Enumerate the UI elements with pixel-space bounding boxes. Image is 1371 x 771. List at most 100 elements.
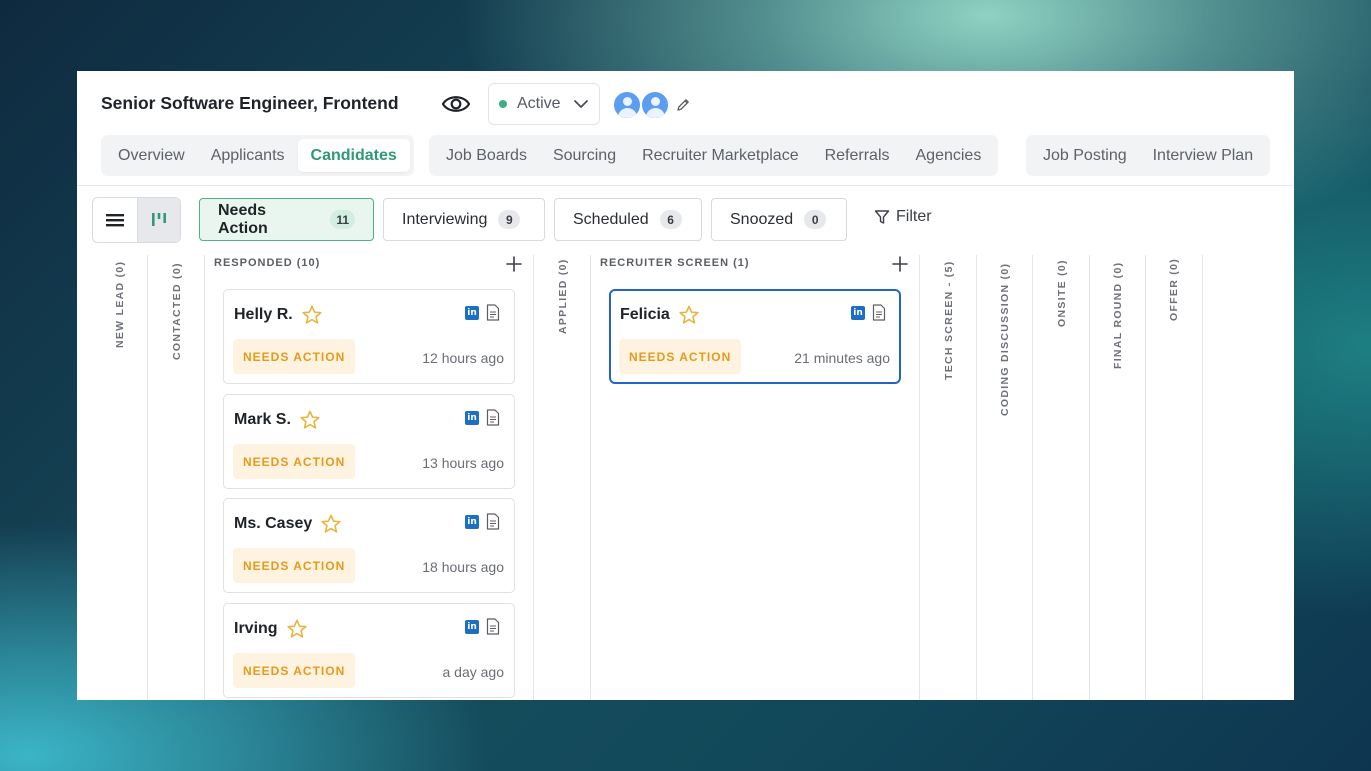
filter-count-badge: 0	[804, 210, 827, 229]
candidate-name: Irving	[234, 620, 278, 637]
avatar[interactable]	[640, 90, 670, 120]
card-icons: in	[465, 618, 500, 635]
candidate-card[interactable]: Helly R. in NEEDS ACTION 12 hours ago	[223, 289, 515, 384]
card-timestamp: 18 hours ago	[422, 559, 504, 575]
filter-interviewing[interactable]: Interviewing 9	[383, 198, 545, 241]
tab-group-pipeline: Overview Applicants Candidates	[101, 135, 414, 176]
column-divider	[919, 255, 920, 700]
header-divider	[77, 185, 1294, 186]
linkedin-icon[interactable]: in	[465, 305, 479, 320]
stage-onsite[interactable]: ONSITE (0)	[1056, 259, 1068, 327]
plus-icon[interactable]	[505, 255, 523, 273]
needs-action-badge: NEEDS ACTION	[233, 653, 356, 688]
linkedin-icon[interactable]: in	[851, 305, 865, 320]
tab-candidates[interactable]: Candidates	[297, 139, 410, 172]
needs-action-badge: NEEDS ACTION	[233, 339, 356, 374]
column-divider	[976, 255, 977, 700]
stage-contacted[interactable]: CONTACTED (0)	[171, 262, 183, 360]
column-divider	[590, 255, 591, 700]
tab-referrals[interactable]: Referrals	[812, 139, 903, 172]
card-timestamp: a day ago	[442, 664, 505, 680]
candidate-card[interactable]: Mark S. in NEEDS ACTION 13 hours ago	[223, 394, 515, 489]
stage-final-round[interactable]: FINAL ROUND (0)	[1112, 262, 1124, 369]
filter-label: Needs Action	[218, 201, 268, 237]
star-icon[interactable]	[301, 304, 323, 326]
filter-count-badge: 9	[498, 210, 521, 229]
candidate-name: Mark S.	[234, 411, 291, 428]
candidate-name-row: Ms. Casey	[234, 513, 342, 535]
filter-count-badge: 6	[659, 210, 682, 229]
linkedin-icon[interactable]: in	[465, 619, 479, 634]
resume-document-icon[interactable]	[486, 618, 500, 635]
candidate-card[interactable]: Ms. Casey in NEEDS ACTION 18 hours ago	[223, 498, 515, 593]
list-icon	[105, 214, 124, 227]
tab-applicants[interactable]: Applicants	[198, 139, 298, 172]
status-label: Active	[517, 95, 561, 112]
filter-scheduled[interactable]: Scheduled 6	[554, 198, 702, 241]
needs-action-badge: NEEDS ACTION	[233, 548, 356, 583]
candidate-name-row: Mark S.	[234, 409, 321, 431]
status-dropdown[interactable]: Active	[488, 83, 600, 125]
tab-interview-plan[interactable]: Interview Plan	[1140, 139, 1267, 172]
needs-action-badge: NEEDS ACTION	[619, 339, 742, 374]
filter-label: Snoozed	[730, 210, 794, 228]
column-divider	[1089, 255, 1090, 700]
star-icon[interactable]	[320, 513, 342, 535]
tab-recruiter-marketplace[interactable]: Recruiter Marketplace	[629, 139, 812, 172]
chevron-down-icon	[573, 100, 588, 108]
team-avatars	[612, 90, 691, 120]
resume-document-icon[interactable]	[872, 304, 886, 321]
column-divider	[1145, 255, 1146, 700]
resume-document-icon[interactable]	[486, 409, 500, 426]
linkedin-icon[interactable]: in	[465, 410, 479, 425]
card-icons: in	[465, 304, 500, 321]
filter-needs-action[interactable]: Needs Action 11	[199, 198, 374, 241]
job-pipeline-window: Senior Software Engineer, Frontend Activ…	[77, 71, 1294, 700]
resume-document-icon[interactable]	[486, 304, 500, 321]
filter-count-badge: 11	[330, 210, 355, 229]
funnel-icon	[874, 210, 890, 224]
card-icons: in	[465, 513, 500, 530]
card-timestamp: 12 hours ago	[422, 350, 504, 366]
star-icon[interactable]	[678, 304, 700, 326]
view-toggle	[92, 197, 181, 243]
stage-tech-screen[interactable]: TECH SCREEN - (5)	[943, 260, 955, 380]
tab-group-sourcing: Job Boards Sourcing Recruiter Marketplac…	[429, 135, 999, 176]
candidate-name: Helly R.	[234, 306, 293, 323]
tab-sourcing[interactable]: Sourcing	[540, 139, 629, 172]
candidate-card-focused[interactable]: Felicia in NEEDS ACTION 21 minutes ago	[609, 289, 901, 384]
filter-snoozed[interactable]: Snoozed 0	[711, 198, 847, 241]
star-icon[interactable]	[286, 618, 308, 640]
job-title: Senior Software Engineer, Frontend	[101, 93, 399, 113]
stage-offer[interactable]: OFFER (0)	[1168, 258, 1180, 321]
candidate-card[interactable]: Irving in NEEDS ACTION a day ago	[223, 603, 515, 698]
column-divider	[533, 255, 534, 700]
avatar[interactable]	[612, 90, 642, 120]
column-divider	[147, 255, 148, 700]
filter-button[interactable]: Filter	[874, 208, 932, 226]
stage-recruiter-screen-header: RECRUITER SCREEN (1)	[600, 257, 750, 269]
candidate-name: Ms. Casey	[234, 515, 313, 532]
stage-new-lead[interactable]: NEW LEAD (0)	[114, 261, 126, 348]
tab-job-boards[interactable]: Job Boards	[433, 139, 540, 172]
card-timestamp: 13 hours ago	[422, 455, 504, 471]
linkedin-icon[interactable]: in	[465, 514, 479, 529]
candidate-name: Felicia	[620, 306, 670, 323]
tab-job-posting[interactable]: Job Posting	[1030, 139, 1140, 172]
filter-label: Scheduled	[573, 210, 649, 228]
tab-agencies[interactable]: Agencies	[903, 139, 995, 172]
candidate-name-row: Helly R.	[234, 304, 323, 326]
stage-responded-header: RESPONDED (10)	[214, 257, 321, 269]
stage-applied[interactable]: APPLIED (0)	[557, 258, 569, 334]
pencil-edit-icon[interactable]	[675, 97, 691, 113]
list-view-button[interactable]	[93, 198, 137, 242]
plus-icon[interactable]	[891, 255, 909, 273]
kanban-icon	[151, 213, 166, 226]
resume-document-icon[interactable]	[486, 513, 500, 530]
star-icon[interactable]	[299, 409, 321, 431]
candidate-name-row: Felicia	[620, 304, 700, 326]
stage-coding-discussion[interactable]: CODING DISCUSSION (0)	[999, 263, 1011, 416]
board-view-button[interactable]	[136, 198, 180, 242]
tab-overview[interactable]: Overview	[105, 139, 198, 172]
eye-icon[interactable]	[441, 91, 471, 117]
